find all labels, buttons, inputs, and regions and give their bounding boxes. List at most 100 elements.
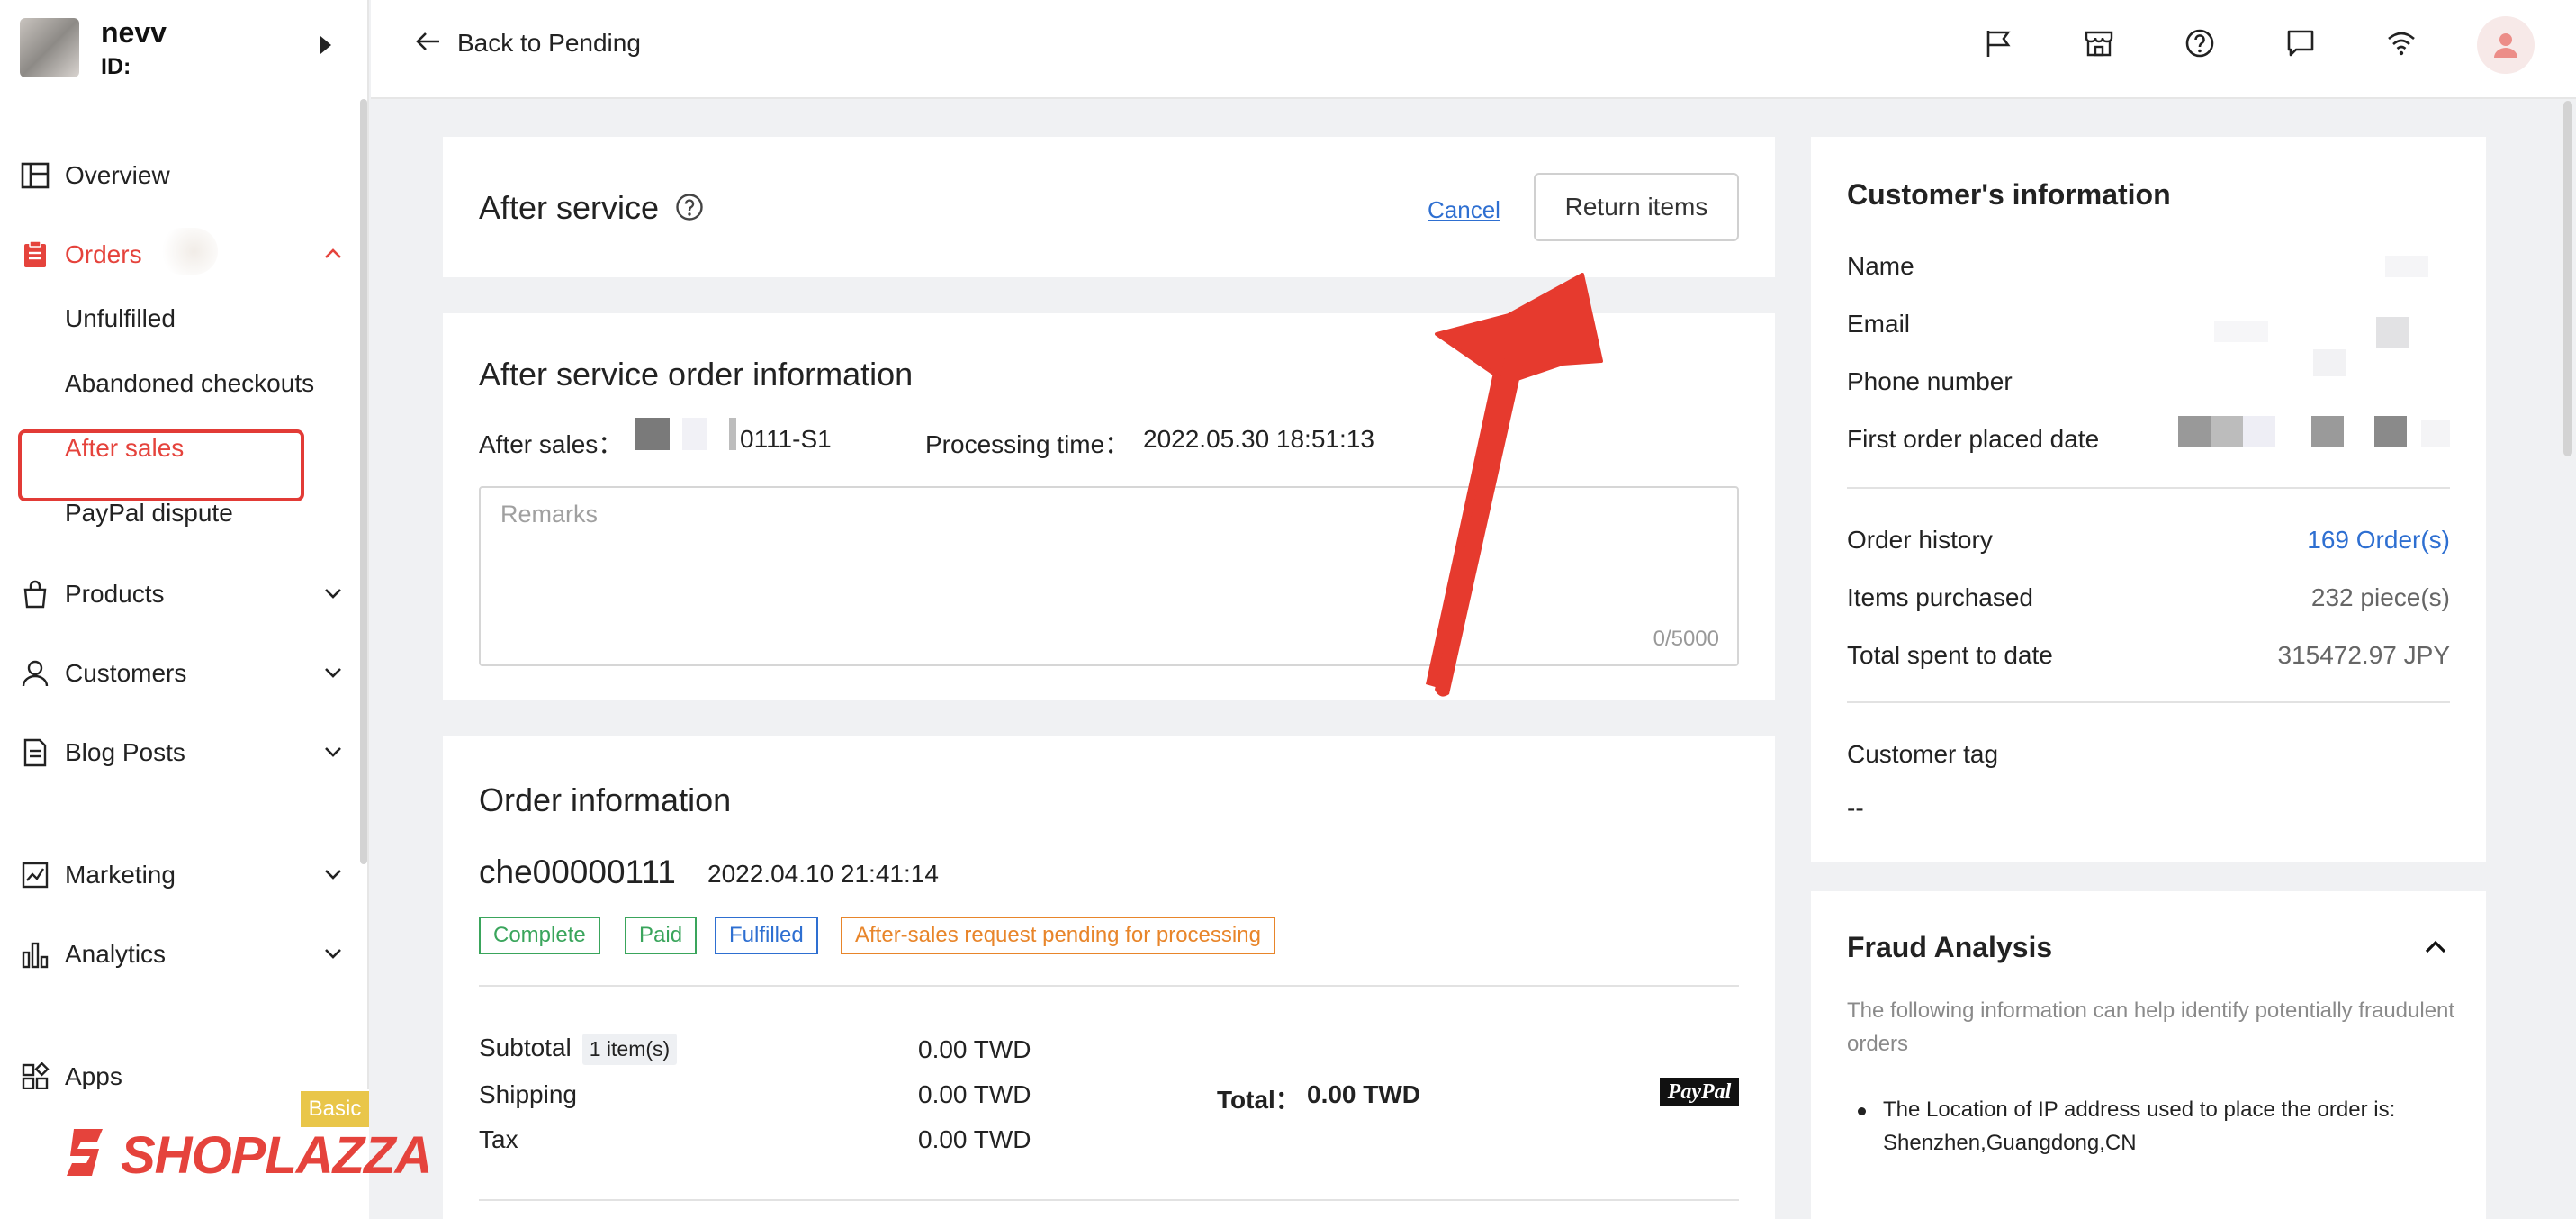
sidebar-subitem-unfulfilled[interactable]: Unfulfilled: [65, 304, 176, 333]
shipping-label: Shipping: [479, 1080, 577, 1108]
processing-time-label: Processing time：: [925, 430, 1130, 458]
sidebar-item-marketing[interactable]: Marketing: [20, 853, 344, 898]
sidebar-item-label: Marketing: [65, 861, 176, 889]
sidebar-item-overview[interactable]: Overview: [20, 153, 344, 198]
blog-icon: [20, 737, 50, 768]
store-avatar[interactable]: [20, 18, 79, 77]
customer-first-order-label: First order placed date: [1847, 425, 2100, 453]
analytics-icon: [20, 939, 50, 970]
sidebar-item-products[interactable]: Products: [20, 572, 344, 617]
top-bar: [371, 0, 2576, 99]
back-to-pending-link[interactable]: Back to Pending: [414, 25, 641, 61]
customer-tag-value: --: [1847, 794, 1864, 822]
redacted-customer-values: [2178, 252, 2466, 450]
customer-phone-label: Phone number: [1847, 367, 2013, 395]
fraud-analysis-title: Fraud Analysis: [1847, 931, 2053, 963]
customers-icon: [20, 658, 50, 689]
back-label: Back to Pending: [457, 29, 641, 57]
order-divider: [479, 985, 1739, 987]
sidebar-item-analytics[interactable]: Analytics: [20, 932, 344, 977]
order-info-title: Order information: [479, 781, 732, 818]
after-sales-highlight: [18, 429, 304, 501]
main-scrollbar[interactable]: [2563, 101, 2572, 456]
redacted-order-prefix: [635, 418, 740, 450]
brand-name: SHOPLAZZA: [121, 1126, 432, 1185]
customer-divider-2: [1847, 701, 2450, 703]
sidebar-item-label: Analytics: [65, 940, 167, 968]
chevron-up-icon[interactable]: [2423, 935, 2448, 964]
sidebar-item-label: Customers: [65, 659, 187, 687]
chevron-down-icon: [322, 741, 344, 763]
fraud-description: The following information can help ident…: [1847, 998, 2455, 1056]
chevron-up-icon: [322, 243, 344, 265]
tax-value: 0.00 TWD: [918, 1125, 1031, 1153]
caret-right-icon[interactable]: [320, 36, 331, 54]
arrow-left-icon: [414, 27, 443, 60]
items-purchased-label: Items purchased: [1847, 583, 2033, 611]
sidebar-item-customers[interactable]: Customers: [20, 651, 344, 696]
user-name: nevv: [101, 16, 167, 49]
sidebar-item-label: Overview: [65, 161, 170, 189]
chat-icon[interactable]: [2283, 25, 2319, 61]
chevron-down-icon: [322, 863, 344, 885]
customer-info-title: Customer's information: [1847, 178, 2171, 211]
sidebar-item-blog-posts[interactable]: Blog Posts: [20, 730, 344, 775]
status-badge-complete: Complete: [479, 917, 600, 954]
order-history-link[interactable]: 169 Order(s): [2160, 526, 2450, 555]
customer-name-label: Name: [1847, 252, 1914, 280]
order-date: 2022.04.10 21:41:14: [707, 860, 939, 888]
marketing-icon: [20, 860, 50, 890]
chevron-down-icon: [322, 662, 344, 683]
shoplazza-logo-icon: [63, 1125, 113, 1184]
sidebar-subitem-paypal-dispute[interactable]: PayPal dispute: [65, 499, 233, 528]
apps-icon: [20, 1061, 50, 1092]
help-icon[interactable]: [2182, 25, 2218, 61]
status-badge-after-sales-pending: After-sales request pending for processi…: [841, 917, 1275, 954]
tax-label: Tax: [479, 1125, 518, 1153]
products-icon: [20, 579, 50, 610]
customer-divider-1: [1847, 487, 2450, 489]
processing-time-value: 2022.05.30 18:51:13: [1143, 425, 1374, 453]
order-history-label: Order history: [1847, 526, 1993, 554]
user-id: ID:: [101, 54, 131, 79]
paypal-logo: PayPal: [1660, 1078, 1739, 1106]
total-value: 0.00 TWD: [1307, 1080, 1421, 1108]
subtotal-value: 0.00 TWD: [918, 1035, 1031, 1063]
order-divider-bottom: [479, 1199, 1739, 1201]
service-info-title: After service order information: [479, 356, 914, 393]
flag-icon[interactable]: [1980, 25, 2016, 61]
after-sales-label: After sales：: [479, 430, 624, 458]
bullet-dot: [1858, 1107, 1866, 1115]
return-items-button[interactable]: Return items: [1534, 173, 1739, 241]
sidebar-subitem-abandoned-checkouts[interactable]: Abandoned checkouts: [65, 369, 314, 398]
status-badge-fulfilled: Fulfilled: [715, 917, 818, 954]
profile-icon[interactable]: [2477, 16, 2535, 74]
sidebar-item-label: Blog Posts: [65, 738, 185, 766]
cancel-link[interactable]: Cancel: [1428, 196, 1500, 224]
overview-icon: [20, 160, 50, 191]
remarks-textarea[interactable]: Remarks 0/5000: [479, 486, 1739, 666]
after-service-title: After service: [479, 189, 660, 226]
chevron-down-icon: [322, 582, 344, 604]
plan-badge: Basic: [301, 1091, 369, 1127]
sidebar-item-orders[interactable]: Orders: [20, 232, 344, 277]
total-spent-value: 315472.97 JPY: [2277, 641, 2451, 669]
status-badge-paid: Paid: [625, 917, 698, 954]
sidebar-item-label: Products: [65, 580, 165, 608]
wifi-icon[interactable]: [2383, 25, 2419, 61]
sidebar-scrollbar[interactable]: [360, 99, 367, 864]
sidebar-item-label: Apps: [65, 1062, 122, 1090]
items-purchased-value: 232 piece(s): [2310, 583, 2450, 611]
help-circle-icon[interactable]: [675, 193, 704, 226]
shipping-value: 0.00 TWD: [918, 1080, 1031, 1108]
order-number[interactable]: che00000111: [479, 853, 676, 891]
item-count-badge: 1 item(s): [581, 1034, 678, 1066]
customer-email-label: Email: [1847, 310, 1911, 338]
store-icon[interactable]: [2081, 25, 2117, 61]
total-label: Total：: [1217, 1086, 1301, 1114]
after-sales-number: 0111-S1: [740, 425, 832, 453]
remarks-char-count: 0/5000: [1653, 627, 1719, 651]
sidebar-item-label: Orders: [65, 240, 142, 268]
customer-tag-label: Customer tag: [1847, 740, 1999, 768]
remarks-placeholder: Remarks: [500, 501, 599, 528]
